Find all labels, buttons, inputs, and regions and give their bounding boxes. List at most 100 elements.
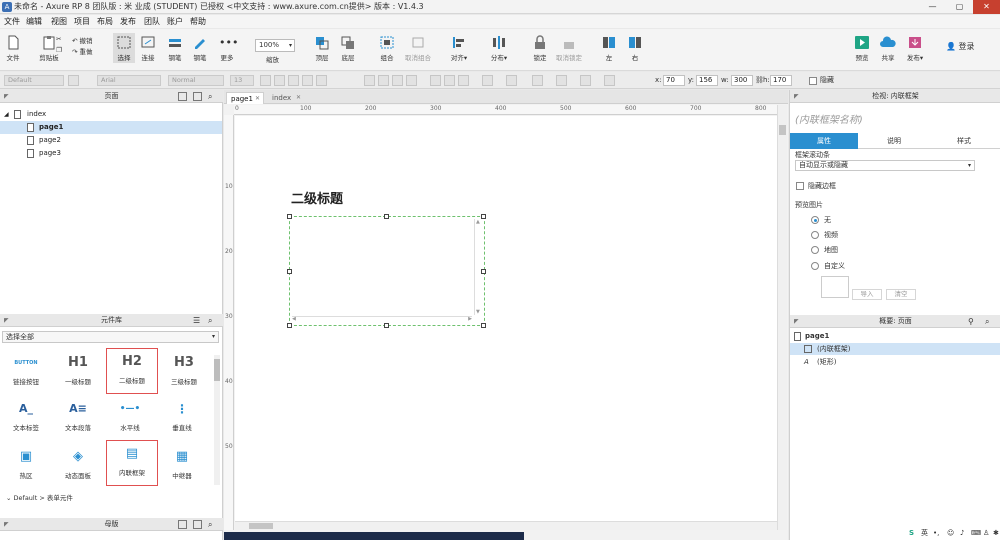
search-icon[interactable]: ⌕ — [208, 90, 212, 103]
line-width-icon[interactable] — [556, 75, 567, 86]
style-select[interactable]: Default — [4, 75, 64, 86]
shirt-icon[interactable]: ♙ — [983, 526, 989, 540]
x-field[interactable]: 70 — [663, 75, 685, 86]
border-color-icon[interactable] — [532, 75, 543, 86]
library-select[interactable]: 选择全部 ▾ — [2, 331, 219, 343]
page-tree-root[interactable]: ◢ index — [0, 108, 222, 121]
tab-style[interactable]: 样式 — [930, 133, 998, 149]
menu-edit[interactable]: 编辑 — [26, 15, 42, 28]
page-tree-item[interactable]: page1 — [0, 121, 222, 134]
preview-radio-none[interactable] — [811, 216, 819, 224]
close-icon[interactable]: ✕ — [255, 93, 260, 105]
add-master-icon[interactable] — [178, 520, 187, 529]
cut-icon[interactable]: ✂ — [56, 35, 61, 43]
preview-button[interactable]: 预览 — [852, 35, 872, 62]
unlock-button[interactable]: 取消锁定 — [553, 35, 585, 62]
scroll-thumb[interactable] — [214, 359, 220, 381]
library-item-hotspot[interactable]: ▣ 热区 — [0, 444, 52, 490]
hidden-checkbox[interactable] — [809, 77, 817, 85]
ime-logo-icon[interactable]: S — [909, 526, 914, 540]
left-button[interactable]: 左 — [600, 35, 618, 62]
resize-handle[interactable] — [384, 323, 389, 328]
ungroup-button[interactable]: 取消组合 — [402, 35, 434, 62]
collapse-icon[interactable]: ◤ — [4, 314, 9, 327]
minimize-button[interactable]: — — [919, 0, 946, 14]
menu-project[interactable]: 项目 — [74, 15, 90, 28]
close-button[interactable]: ✕ — [973, 0, 1000, 14]
align-left-text-icon[interactable] — [364, 75, 375, 86]
settings-icon[interactable]: ✱ — [993, 526, 999, 540]
resize-handle[interactable] — [481, 214, 486, 219]
library-item-repeater[interactable]: ▦ 中继器 — [156, 444, 208, 490]
canvas-horizontal-scrollbar[interactable] — [235, 521, 777, 530]
pencil-button[interactable]: 钢笔 — [190, 35, 210, 62]
arrow-style-icon[interactable] — [604, 75, 615, 86]
add-folder-icon[interactable] — [193, 92, 202, 101]
library-item-h2[interactable]: H2 二级标题 — [106, 348, 158, 394]
menu-help[interactable]: 帮助 — [190, 15, 206, 28]
library-item-vertical-line[interactable]: ⋮ 垂直线 — [156, 396, 208, 442]
collapse-icon[interactable]: ◤ — [794, 315, 799, 328]
library-scrollbar[interactable] — [214, 355, 220, 485]
preview-radio-map[interactable] — [811, 246, 819, 254]
scrollbar-select[interactable]: 自动显示或隐藏 ▾ — [795, 160, 975, 171]
underline-icon[interactable] — [302, 75, 313, 86]
scroll-thumb[interactable] — [249, 523, 273, 529]
keyboard-icon[interactable]: ⌨ — [971, 526, 981, 540]
page-tree-item[interactable]: page3 — [0, 147, 222, 160]
page-tree-item[interactable]: page2 — [0, 134, 222, 147]
menu-view[interactable]: 视图 — [51, 15, 67, 28]
library-item-text-label[interactable]: A_ 文本标签 — [0, 396, 52, 442]
library-item-inline-frame[interactable]: ▤ 内联框架 — [106, 440, 158, 486]
connect-button[interactable]: 连接 — [138, 35, 158, 62]
tab-page1[interactable]: page1 ✕ — [226, 92, 264, 104]
search-icon[interactable]: ⌕ — [985, 315, 989, 328]
menu-file[interactable]: 文件 — [4, 15, 20, 28]
publish-button[interactable]: 发布▾ — [903, 35, 927, 62]
clear-button[interactable]: 清空 — [886, 289, 916, 300]
shadow-icon[interactable] — [506, 75, 517, 86]
collapse-icon[interactable]: ◤ — [794, 90, 799, 103]
line-style-icon[interactable] — [580, 75, 591, 86]
resize-handle[interactable] — [287, 214, 292, 219]
heading-widget[interactable]: 二级标题 — [291, 188, 343, 207]
preview-radio-video[interactable] — [811, 231, 819, 239]
inline-frame-widget[interactable]: ▲ ▼ ◀ ▶ — [289, 216, 485, 326]
scroll-thumb[interactable] — [779, 125, 786, 135]
library-item-paragraph[interactable]: A≡ 文本段落 — [52, 396, 104, 442]
search-icon[interactable]: ⌕ — [208, 314, 212, 327]
align-button[interactable]: 对齐▾ — [448, 35, 470, 62]
fill-color-icon[interactable] — [482, 75, 493, 86]
valign-bottom-icon[interactable] — [458, 75, 469, 86]
copy-icon[interactable]: ❐ — [56, 46, 62, 54]
widget-name-field[interactable]: (内联框架名称) — [795, 111, 863, 126]
canvas-vertical-scrollbar[interactable] — [777, 105, 787, 530]
search-icon[interactable]: ⌕ — [208, 518, 212, 531]
tree-collapse-icon[interactable]: ◢ — [4, 108, 9, 121]
bold-icon[interactable] — [274, 75, 285, 86]
punctuation-icon[interactable]: •, — [933, 526, 939, 540]
tab-notes[interactable]: 说明 — [860, 133, 928, 149]
select-button[interactable]: 选择 — [113, 33, 135, 63]
microphone-icon[interactable]: ♪ — [960, 526, 964, 540]
outline-page-row[interactable]: page1 — [790, 330, 1000, 342]
h-field[interactable]: 170 — [770, 75, 792, 86]
italic-icon[interactable] — [288, 75, 299, 86]
align-right-text-icon[interactable] — [392, 75, 403, 86]
redo-button[interactable]: ↷ 重做 — [72, 46, 93, 56]
valign-top-icon[interactable] — [430, 75, 441, 86]
file-button[interactable]: 文件 — [4, 35, 22, 62]
resize-handle[interactable] — [384, 214, 389, 219]
library-item-horizontal-line[interactable]: •—• 水平线 — [104, 396, 156, 442]
top-layer-button[interactable]: 顶层 — [312, 35, 332, 62]
resize-handle[interactable] — [481, 269, 486, 274]
menu-layout[interactable]: 布局 — [97, 15, 113, 28]
outline-item[interactable]: A (矩形) — [790, 356, 1000, 368]
resize-handle[interactable] — [287, 323, 292, 328]
emoji-icon[interactable]: ☺ — [947, 526, 954, 540]
font-family-select[interactable]: Arial — [97, 75, 161, 86]
import-button[interactable]: 导入 — [852, 289, 882, 300]
right-button[interactable]: 右 — [626, 35, 644, 62]
menu-account[interactable]: 账户 — [167, 15, 183, 28]
resize-handle[interactable] — [481, 323, 486, 328]
